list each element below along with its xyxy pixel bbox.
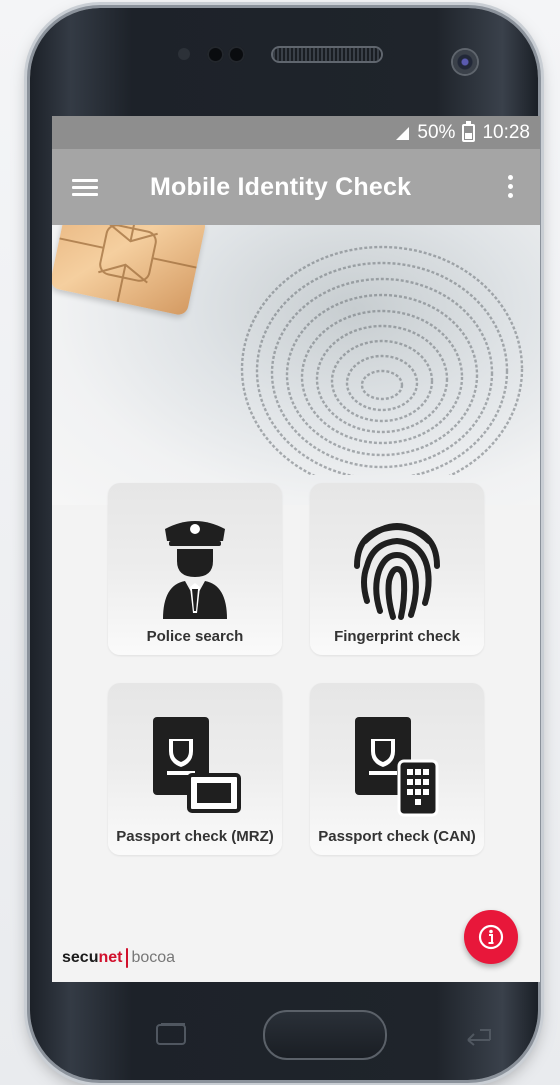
overflow-menu-icon[interactable]	[508, 175, 514, 201]
battery-percent: 50%	[417, 122, 456, 143]
passport-can-icon	[355, 717, 439, 817]
back-key[interactable]	[460, 1024, 496, 1046]
tile-label: Passport check (CAN)	[318, 828, 476, 845]
police-search-tile[interactable]: Police search	[108, 483, 282, 655]
app-title: Mobile Identity Check	[150, 173, 412, 201]
info-button[interactable]	[464, 910, 518, 964]
passport-mrz-tile[interactable]: Passport check (MRZ)	[108, 683, 282, 855]
secunet-bocoa-logo: secunet bocoa	[62, 948, 176, 968]
home-button[interactable]	[263, 1010, 387, 1060]
phone-screen: 50% 10:28 Mobile Identity Check Police s…	[52, 116, 540, 982]
tile-label: Passport check (MRZ)	[116, 828, 274, 845]
hero-banner	[52, 225, 540, 505]
fingerprint-background-image	[240, 245, 524, 475]
iris-sensor-left	[207, 46, 224, 63]
signal-icon	[396, 126, 410, 140]
passport-can-tile[interactable]: Passport check (CAN)	[310, 683, 484, 855]
fingerprint-check-tile[interactable]: Fingerprint check	[310, 483, 484, 655]
fingerprint-icon	[354, 523, 440, 620]
earpiece-speaker	[273, 48, 381, 61]
passport-mrz-icon	[153, 717, 241, 813]
info-icon	[478, 924, 504, 950]
iris-sensor-right	[228, 46, 245, 63]
front-camera	[453, 50, 477, 74]
battery-icon	[462, 121, 476, 142]
recent-apps-key[interactable]	[154, 1022, 188, 1046]
hamburger-menu-icon[interactable]	[72, 179, 98, 196]
proximity-sensor	[178, 48, 190, 60]
tile-label: Fingerprint check	[334, 628, 460, 645]
smartcard-chip-image	[52, 225, 207, 317]
status-bar: 50% 10:28	[52, 116, 540, 149]
police-officer-icon	[163, 521, 227, 619]
app-bar: Mobile Identity Check	[52, 149, 540, 225]
tile-label: Police search	[146, 628, 244, 645]
clock: 10:28	[482, 122, 530, 143]
